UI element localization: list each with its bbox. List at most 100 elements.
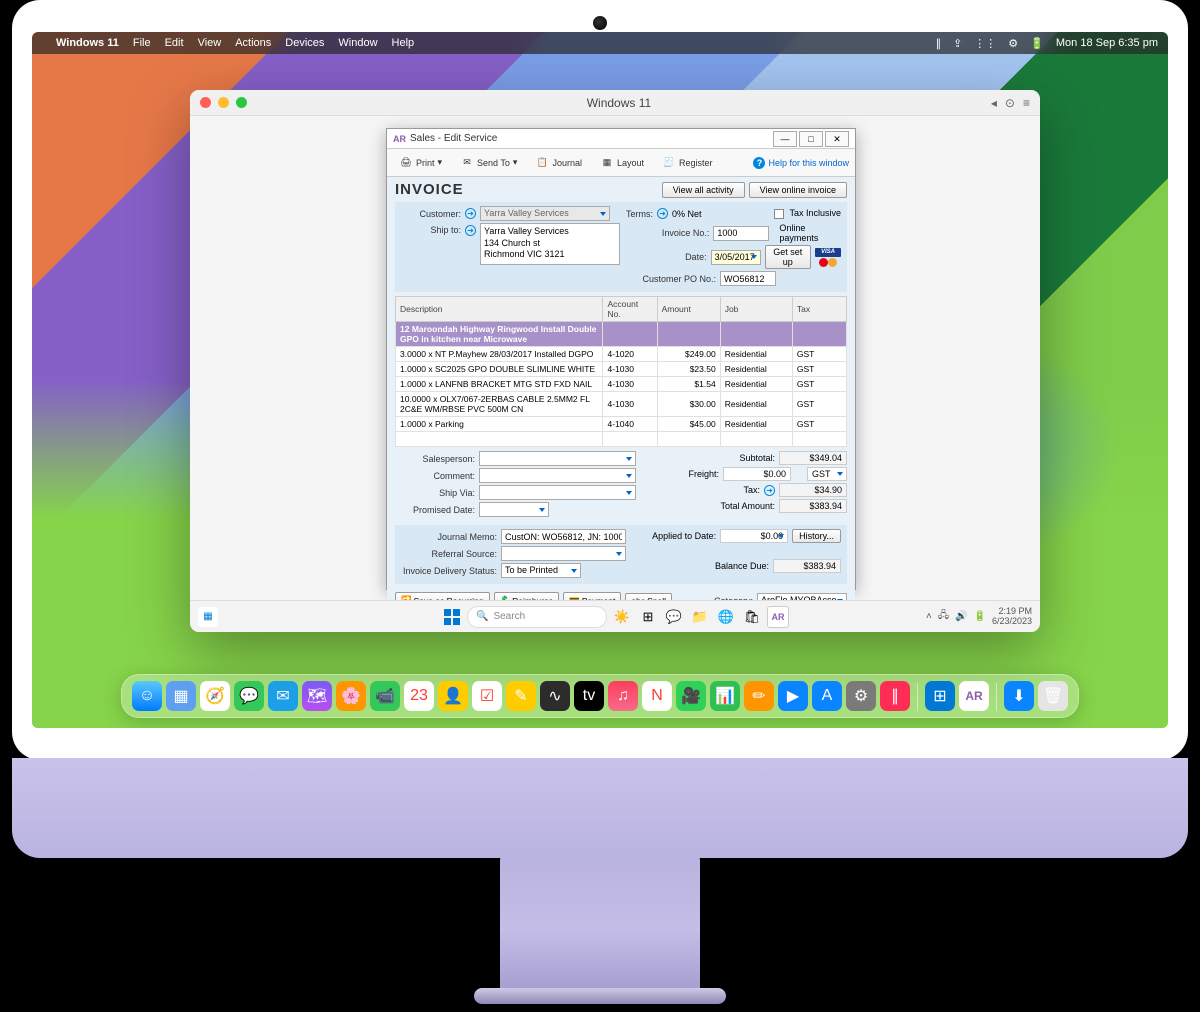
ship-to-lookup-icon[interactable]: ➜	[465, 225, 476, 236]
tray-network-icon[interactable]: 🖧	[938, 608, 949, 625]
dock-downloads-icon[interactable]: ⬇	[1004, 681, 1034, 711]
task-edge-icon[interactable]: 🌐	[715, 606, 737, 628]
task-taskview-icon[interactable]: ⊞	[637, 606, 659, 628]
maximize-window-button[interactable]	[236, 97, 247, 108]
widgets-button[interactable]: ▦	[198, 607, 218, 627]
journal-button[interactable]: 📋 Journal	[529, 153, 588, 173]
tray-chevron-icon[interactable]: ˄	[926, 611, 932, 622]
tax-inclusive-checkbox[interactable]	[774, 209, 784, 219]
dock-finder-icon[interactable]: ☺	[132, 681, 162, 711]
dock-notes-icon[interactable]: ✎	[506, 681, 536, 711]
dock-maps-icon[interactable]: 🗺	[302, 681, 332, 711]
table-row[interactable]: 1.0000 x SC2025 GPO DOUBLE SLIMLINE WHIT…	[396, 362, 847, 377]
dock-mail-icon[interactable]: ✉	[268, 681, 298, 711]
tax-detail-icon[interactable]: ➜	[764, 485, 775, 496]
freight-tax-field[interactable]: GST	[807, 467, 847, 481]
dock-freeform-icon[interactable]: ∿	[540, 681, 570, 711]
customer-lookup-icon[interactable]: ➜	[465, 208, 476, 219]
dock-photos-icon[interactable]: 🌸	[336, 681, 366, 711]
dock-ar-icon[interactable]: AR	[959, 681, 989, 711]
tray-battery-icon[interactable]: 🔋	[974, 611, 986, 622]
vm-collapse-icon[interactable]: ◂	[991, 96, 997, 110]
table-row[interactable]: 1.0000 x LANFNB BRACKET MTG STD FXD NAIL…	[396, 377, 847, 392]
vm-settings-icon[interactable]: ⊙	[1005, 96, 1015, 110]
task-ar-icon[interactable]: AR	[767, 606, 789, 628]
dock-windows-icon[interactable]: ⊞	[925, 681, 955, 711]
date-field[interactable]: 3/05/2017	[711, 250, 761, 265]
dock-trash-icon[interactable]: 🗑	[1038, 681, 1068, 711]
print-button[interactable]: 🖨 Print ▾	[393, 153, 448, 173]
dock-numbers-icon[interactable]: 📊	[710, 681, 740, 711]
referral-source-field[interactable]	[501, 546, 626, 561]
comment-field[interactable]	[479, 468, 636, 483]
task-weather-icon[interactable]: ☀️	[611, 606, 633, 628]
dock-news-icon[interactable]: N	[642, 681, 672, 711]
col-amount[interactable]: Amount	[657, 297, 720, 322]
menu-edit[interactable]: Edit	[165, 37, 184, 49]
po-field[interactable]	[720, 271, 776, 286]
layout-button[interactable]: ▦ Layout	[594, 153, 650, 173]
close-window-button[interactable]	[200, 97, 211, 108]
table-row[interactable]: 10.0000 x OLX7/067-2ERBAS CABLE 2.5MM2 F…	[396, 392, 847, 417]
journal-memo-field[interactable]	[501, 529, 626, 544]
history-button[interactable]: History...	[792, 529, 841, 543]
promised-date-field[interactable]	[479, 502, 549, 517]
dock-keynote-icon[interactable]: ▶	[778, 681, 808, 711]
ship-via-field[interactable]	[479, 485, 636, 500]
menubar-app-name[interactable]: Windows 11	[56, 37, 119, 49]
view-online-invoice-button[interactable]: View online invoice	[749, 182, 847, 198]
customer-field[interactable]: Yarra Valley Services	[480, 206, 610, 221]
invoice-no-field[interactable]	[713, 226, 769, 241]
table-row[interactable]: 12 Maroondah Highway Ringwood Install Do…	[396, 322, 847, 347]
minimize-window-button[interactable]	[218, 97, 229, 108]
vm-menu-icon[interactable]: ≡	[1023, 96, 1030, 110]
close-button[interactable]: ✕	[825, 131, 849, 147]
minimize-button[interactable]: —	[773, 131, 797, 147]
menu-file[interactable]: File	[133, 37, 151, 49]
col-job[interactable]: Job	[720, 297, 792, 322]
share-icon[interactable]: ⇪	[953, 37, 962, 50]
help-link[interactable]: ? Help for this window	[753, 157, 849, 169]
delivery-status-field[interactable]: To be Printed	[501, 563, 581, 578]
dock-tv-icon[interactable]: tv	[574, 681, 604, 711]
menu-view[interactable]: View	[198, 37, 222, 49]
table-row[interactable]: 3.0000 x NT P.Mayhew 28/03/2017 Installe…	[396, 347, 847, 362]
dock-contacts-icon[interactable]: 👤	[438, 681, 468, 711]
get-setup-button[interactable]: Get set up	[765, 245, 811, 269]
col-account[interactable]: Account No.	[603, 297, 657, 322]
menu-actions[interactable]: Actions	[235, 37, 271, 49]
start-button[interactable]	[441, 606, 463, 628]
task-explorer-icon[interactable]: 📁	[689, 606, 711, 628]
dock-pages-icon[interactable]: ✏	[744, 681, 774, 711]
terms-lookup-icon[interactable]: ➜	[657, 208, 668, 219]
dock-music-icon[interactable]: ♫	[608, 681, 638, 711]
menu-devices[interactable]: Devices	[285, 37, 324, 49]
send-to-button[interactable]: ✉ Send To ▾	[454, 153, 523, 173]
dock-calendar-icon[interactable]: 23	[404, 681, 434, 711]
tray-volume-icon[interactable]: 🔊	[955, 611, 967, 622]
menubar-clock[interactable]: Mon 18 Sep 6:35 pm	[1056, 37, 1158, 49]
wifi-icon[interactable]: ⋮⋮	[974, 37, 996, 50]
dock-safari-icon[interactable]: 🧭	[200, 681, 230, 711]
battery-icon[interactable]: 🔋	[1030, 37, 1044, 50]
col-description[interactable]: Description	[396, 297, 603, 322]
dock-facetime2-icon[interactable]: 🎥	[676, 681, 706, 711]
table-row-empty[interactable]	[396, 432, 847, 447]
dock-parallels-icon[interactable]: ∥	[880, 681, 910, 711]
taskbar-search[interactable]: 🔍 Search	[467, 606, 607, 628]
ship-to-field[interactable]: Yarra Valley Services 134 Church st Rich…	[480, 223, 620, 265]
dock-messages-icon[interactable]: 💬	[234, 681, 264, 711]
view-all-activity-button[interactable]: View all activity	[662, 182, 745, 198]
menu-help[interactable]: Help	[392, 37, 415, 49]
maximize-button[interactable]: □	[799, 131, 823, 147]
tray-clock[interactable]: 2:19 PM 6/23/2023	[992, 607, 1032, 627]
parallels-icon[interactable]: ∥	[936, 37, 942, 50]
dock-appstore-icon[interactable]: A	[812, 681, 842, 711]
register-button[interactable]: 🧾 Register	[656, 153, 719, 173]
control-center-icon[interactable]: ⚙	[1008, 37, 1018, 50]
menu-window[interactable]: Window	[338, 37, 377, 49]
freight-value[interactable]: $0.00	[723, 467, 791, 481]
salesperson-field[interactable]	[479, 451, 636, 466]
dock-facetime-icon[interactable]: 📹	[370, 681, 400, 711]
task-chat-icon[interactable]: 💬	[663, 606, 685, 628]
